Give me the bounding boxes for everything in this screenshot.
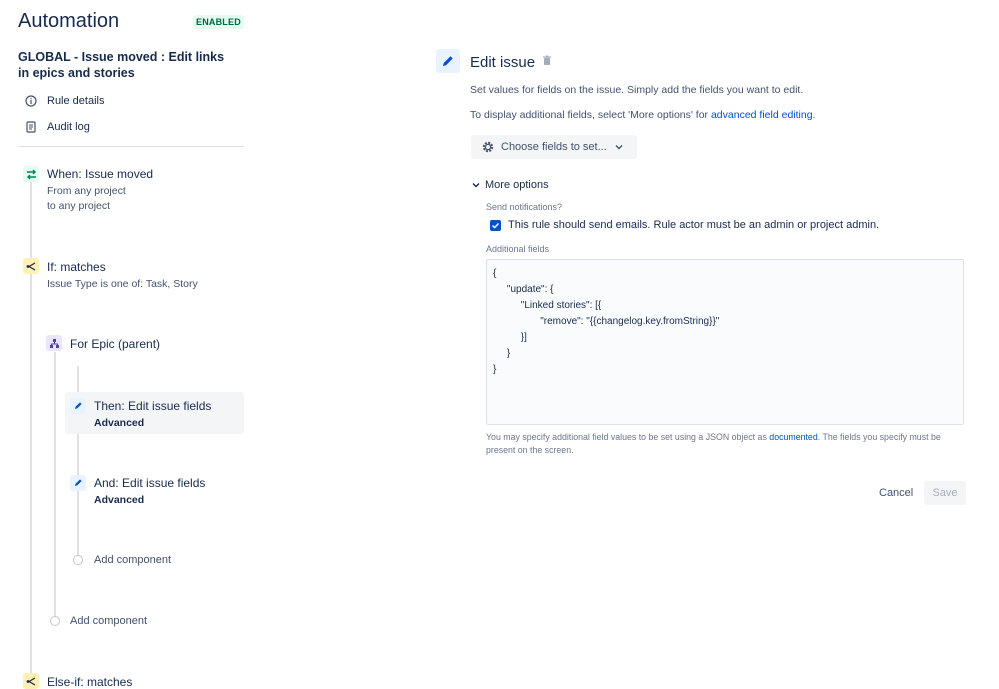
add-component-inner[interactable]: Add component [94,554,171,566]
help-text: You may specify additional field values … [486,431,968,457]
help-prefix: You may specify additional field values … [486,432,770,442]
condition-sub: Issue Type is one of: Task, Story [47,278,198,290]
trigger-sub-to: to any project [47,200,111,212]
cancel-button[interactable]: Cancel [879,487,913,499]
else-step[interactable]: Else-if: matches [47,675,132,689]
chevron-down-icon [615,144,623,150]
action2-sub: Advanced [94,494,145,506]
gear-icon [481,140,495,154]
panel-description: Set values for fields on the issue. Simp… [470,84,804,96]
panel-title: Edit issue [470,54,536,71]
desc2-suffix: . [812,109,816,121]
rule-details-label: Rule details [47,95,105,107]
choose-fields-button[interactable]: Choose fields to set... [471,135,637,159]
trash-icon[interactable] [542,55,552,69]
rule-name: GLOBAL - Issue moved : Edit links in epi… [18,50,225,80]
condition-title: If: matches [47,260,106,274]
trigger-step[interactable]: When: Issue moved From any project to an… [47,167,153,214]
trigger-step-icon [23,166,39,182]
branch-step-icon [46,335,62,351]
json-code: { "update": { "Linked stories": [{ "remo… [493,268,720,375]
add-component-outer[interactable]: Add component [70,615,147,627]
desc2-prefix: To display additional fields, select 'Mo… [470,109,711,121]
action1-step[interactable]: Then: Edit issue fields Advanced [94,399,211,429]
additional-fields-editor[interactable]: { "update": { "Linked stories": [{ "remo… [486,259,964,425]
audit-log-label: Audit log [47,121,90,133]
action1-title: Then: Edit issue fields [94,399,212,413]
audit-log-link[interactable]: Audit log [24,119,90,135]
pencil-icon [70,398,86,414]
status-badge: ENABLED [193,15,244,29]
more-options-toggle[interactable]: More options [472,179,549,191]
page-title: Automation [18,10,120,32]
trigger-title: When: Issue moved [47,167,154,181]
edit-issue-icon [436,49,460,73]
condition-step-icon [23,258,39,274]
action2-title: And: Edit issue fields [94,476,206,490]
choose-fields-label: Choose fields to set... [501,141,607,153]
send-notifications-label: Send notifications? [486,202,563,212]
trigger-sub-from: From any project [47,185,126,197]
branch-step[interactable]: For Epic (parent) [70,337,160,351]
save-button[interactable]: Save [924,481,966,505]
pencil-icon [70,475,86,491]
document-icon [24,120,38,134]
flow-line-branch [54,352,56,620]
info-icon [24,94,38,108]
send-notifications-checkbox[interactable] [490,220,501,231]
action1-sub: Advanced [94,417,145,429]
chevron-down-icon [472,182,480,188]
panel-description-2: To display additional fields, select 'Mo… [470,109,815,121]
condition-step[interactable]: If: matches Issue Type is one of: Task, … [47,260,198,292]
action2-step[interactable]: And: Edit issue fields Advanced [94,476,205,506]
add-component-dot [73,555,83,565]
documented-link[interactable]: documented [769,432,817,442]
add-component-dot [50,616,60,626]
more-options-label: More options [485,179,549,191]
send-notifications-text: This rule should send emails. Rule actor… [508,219,880,231]
rule-details-link[interactable]: Rule details [24,93,104,109]
else-step-icon [23,673,39,689]
advanced-field-editing-link[interactable]: advanced field editing [711,109,813,121]
menu-divider [18,146,244,147]
additional-fields-label: Additional fields [486,244,550,254]
